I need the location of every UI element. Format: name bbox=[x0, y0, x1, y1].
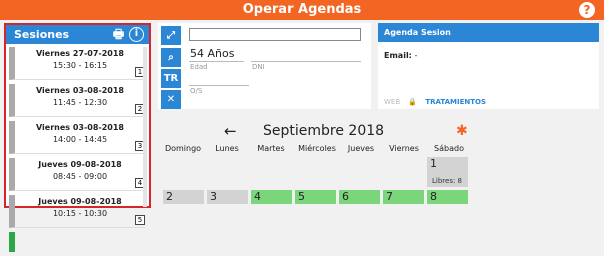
sessions-title: Sesiones bbox=[14, 28, 70, 41]
edad-label: Edad bbox=[190, 63, 208, 71]
day-name: Viernes bbox=[389, 144, 419, 153]
session-date: Jueves 09-08-2018 bbox=[38, 197, 122, 206]
calendar-day[interactable]: 7 bbox=[383, 190, 424, 204]
app-title: Operar Agendas bbox=[242, 2, 362, 17]
tr-button[interactable]: TR bbox=[161, 69, 181, 88]
session-item[interactable] bbox=[9, 232, 145, 252]
agenda-links: WEB 🔒 TRATAMIENTOS bbox=[384, 98, 486, 106]
calendar-day[interactable]: 2 bbox=[163, 190, 204, 204]
calendar-header: ← Septiembre 2018 ✱ bbox=[158, 122, 478, 142]
calendar-day[interactable]: 3 bbox=[207, 190, 248, 204]
day-name: Jueves bbox=[347, 144, 375, 153]
day-name: Martes bbox=[257, 144, 285, 153]
dni-underline bbox=[251, 61, 361, 62]
day-number: 1 bbox=[430, 157, 437, 170]
session-time: 11:45 - 12:30 bbox=[52, 98, 108, 107]
info-icon[interactable]: i bbox=[129, 27, 144, 42]
close-button[interactable]: ✕ bbox=[161, 90, 181, 109]
sessions-header: Sesiones 🖶 i bbox=[6, 25, 149, 44]
search-button[interactable]: ⌕ bbox=[161, 48, 181, 67]
agenda-email: Email: - bbox=[384, 51, 417, 60]
session-time: 14:00 - 14:45 bbox=[52, 135, 108, 144]
day-name: Domingo bbox=[164, 144, 202, 153]
sessions-list: Viernes 27-07-2018 15:30 - 16:15 1 Viern… bbox=[9, 47, 145, 256]
prev-month-icon[interactable]: ← bbox=[224, 122, 237, 140]
session-time: 08:45 - 09:00 bbox=[52, 172, 108, 181]
calendar-day[interactable]: 6 bbox=[339, 190, 380, 204]
patient-search-input[interactable] bbox=[189, 28, 361, 41]
email-value: - bbox=[414, 51, 418, 60]
calendar-day[interactable]: 5 bbox=[295, 190, 336, 204]
session-item[interactable]: Viernes 27-07-2018 15:30 - 16:15 1 bbox=[9, 47, 145, 80]
day-name: Miércoles bbox=[298, 144, 336, 153]
calendar-day[interactable]: 8 bbox=[427, 190, 468, 204]
calendar-day[interactable]: 4 bbox=[251, 190, 292, 204]
gear-icon[interactable]: ✱ bbox=[456, 123, 468, 139]
patient-panel: ⤢ ⌕ TR ✕ 54 Años Edad DNI O/S bbox=[158, 23, 371, 109]
os-underline bbox=[189, 85, 249, 86]
session-date: Viernes 03-08-2018 bbox=[35, 86, 124, 95]
day-name: Sábado bbox=[434, 144, 464, 153]
app-header: Operar Agendas ? bbox=[0, 0, 604, 20]
sessions-panel: Sesiones 🖶 i Viernes 27-07-2018 15:30 - … bbox=[4, 23, 151, 252]
calendar-month: Septiembre 2018 bbox=[263, 123, 385, 139]
session-time: 15:30 - 16:15 bbox=[52, 61, 108, 70]
libres-count: Libres: 8 bbox=[432, 177, 463, 185]
session-date: Viernes 03-08-2018 bbox=[35, 123, 124, 132]
help-icon[interactable]: ? bbox=[579, 2, 595, 18]
sessions-scrollbar[interactable] bbox=[143, 47, 147, 207]
treatments-link[interactable]: TRATAMIENTOS bbox=[425, 98, 486, 106]
day-name: Lunes bbox=[215, 144, 239, 153]
os-label: O/S bbox=[190, 87, 203, 95]
session-item[interactable]: Jueves 09-08-2018 08:45 - 09:00 4 bbox=[9, 158, 145, 191]
expand-icon[interactable]: ⤢ bbox=[161, 26, 181, 45]
age-underline bbox=[189, 61, 244, 62]
agenda-session-panel: Agenda Sesion Email: - WEB 🔒 TRATAMIENTO… bbox=[378, 23, 599, 109]
session-item[interactable]: Viernes 03-08-2018 11:45 - 12:30 2 bbox=[9, 84, 145, 117]
web-link[interactable]: WEB bbox=[384, 98, 400, 106]
printer-icon[interactable]: 🖶 bbox=[111, 27, 126, 42]
session-item[interactable]: Viernes 03-08-2018 14:00 - 14:45 3 bbox=[9, 121, 145, 154]
session-item[interactable]: Jueves 09-08-2018 10:15 - 10:30 5 bbox=[9, 195, 145, 228]
agenda-session-title: Agenda Sesion bbox=[378, 23, 599, 42]
email-label: Email: bbox=[384, 51, 412, 60]
lock-icon: 🔒 bbox=[408, 98, 418, 106]
session-time: 10:15 - 10:30 bbox=[52, 209, 108, 218]
patient-age: 54 Años bbox=[190, 47, 235, 60]
calendar-day-1[interactable]: 1 Libres: 8 bbox=[427, 157, 468, 187]
session-date: Viernes 27-07-2018 bbox=[35, 49, 124, 58]
session-number: 5 bbox=[135, 215, 145, 225]
session-date: Jueves 09-08-2018 bbox=[38, 160, 122, 169]
dni-label: DNI bbox=[252, 63, 265, 71]
